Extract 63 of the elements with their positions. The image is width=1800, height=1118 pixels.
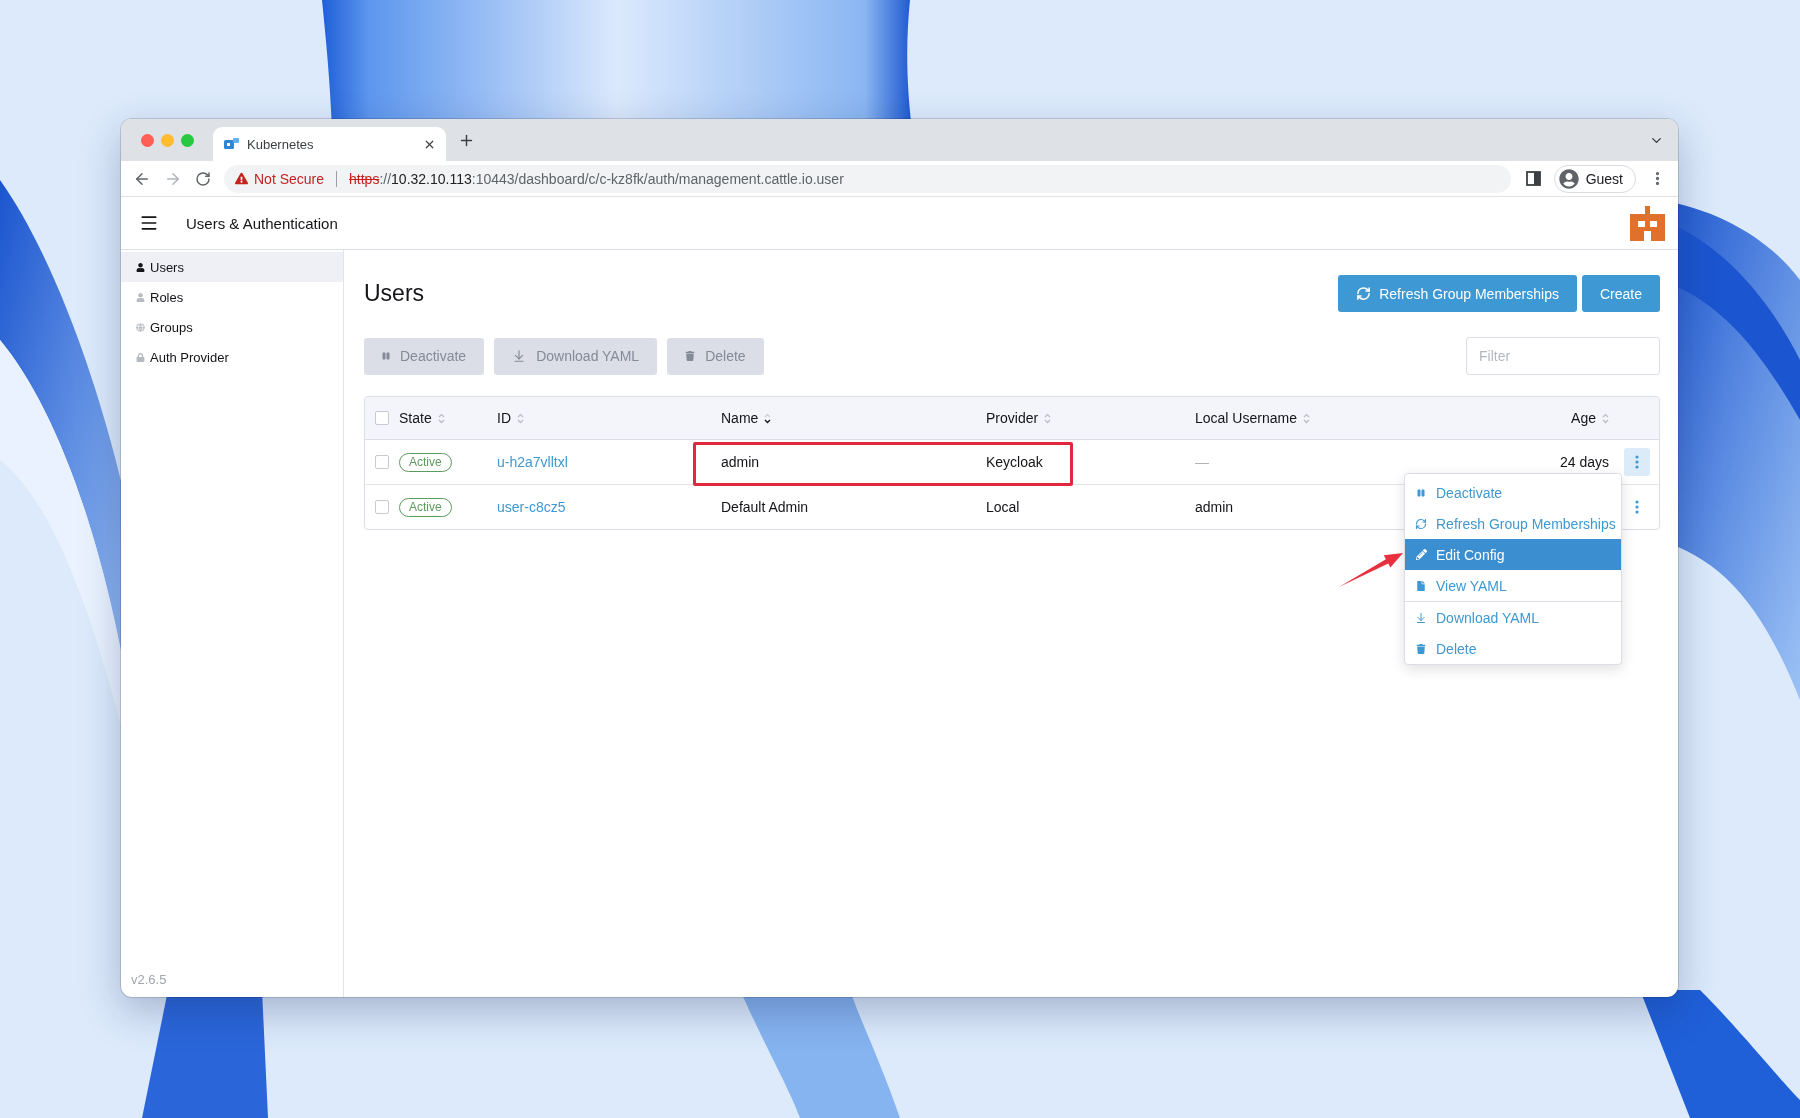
- window-minimize-icon[interactable]: [161, 133, 174, 147]
- logo-icon: [1630, 205, 1665, 241]
- browser-tab[interactable]: Kubernetes: [213, 127, 446, 161]
- table-cell: admin: [1195, 499, 1234, 515]
- row-actions-button[interactable]: [1624, 448, 1650, 476]
- app-title: Users & Authentication: [186, 214, 338, 232]
- lock-icon: [136, 352, 145, 362]
- pause-icon: [1417, 488, 1425, 497]
- sort-icon[interactable]: [1044, 412, 1052, 424]
- column-header[interactable]: Provider: [986, 410, 1039, 426]
- sort-icon[interactable]: [1302, 412, 1310, 424]
- column-header[interactable]: Name: [721, 410, 759, 426]
- window-close-icon[interactable]: [141, 133, 154, 147]
- user-icon: [136, 262, 145, 272]
- table-cell: Local: [986, 499, 1020, 515]
- trash-icon: [685, 351, 696, 361]
- user-icon: [136, 292, 145, 302]
- column-header[interactable]: State: [399, 410, 432, 426]
- url-text[interactable]: https://10.32.10.113:10443/dashboard/c/c-kz8fk/auth/management.cattle.io.user: [349, 170, 844, 187]
- file-icon: [1416, 580, 1426, 591]
- profile-button[interactable]: Guest: [1553, 164, 1636, 193]
- sidebar-item[interactable]: Users: [121, 252, 343, 282]
- version-label: v2.6.5: [130, 972, 168, 989]
- side-panel-icon[interactable]: [1525, 171, 1541, 186]
- table-cell: Default Admin: [721, 499, 809, 515]
- page-title: Users: [364, 280, 425, 307]
- trash-icon: [1416, 643, 1426, 654]
- download-icon: [1415, 611, 1427, 624]
- column-header[interactable]: Local Username: [1195, 410, 1297, 426]
- pencil-icon: [1415, 549, 1427, 560]
- favicon-icon: [224, 137, 239, 151]
- download-icon: [512, 349, 527, 363]
- globe-icon: [136, 322, 145, 332]
- sidebar-item[interactable]: Auth Provider: [121, 342, 343, 372]
- checkbox[interactable]: [375, 500, 389, 514]
- table-cell: Keycloak: [986, 454, 1043, 470]
- warning-icon: [235, 172, 248, 185]
- sort-icon[interactable]: [1602, 412, 1609, 424]
- checkbox[interactable]: [375, 455, 389, 469]
- column-header[interactable]: ID: [497, 410, 511, 426]
- table-cell: 24 days: [1559, 454, 1609, 470]
- table-cell: admin: [721, 454, 760, 470]
- address-field[interactable]: Not Secure https://10.32.10.113:10443/dashboard/c/c-kz8fk/auth/management.cattle.io.user: [224, 164, 1511, 193]
- refresh-icon: [1415, 517, 1427, 530]
- column-header[interactable]: Age: [1571, 410, 1596, 426]
- sort-icon[interactable]: [437, 412, 445, 424]
- kebab-icon: [1635, 500, 1639, 514]
- sort-icon[interactable]: [517, 412, 524, 424]
- filter-field[interactable]: Filter: [1466, 337, 1660, 375]
- sidebar-item[interactable]: Roles: [121, 282, 343, 312]
- reload-icon[interactable]: [195, 170, 211, 187]
- menu-icon[interactable]: [139, 213, 159, 233]
- kebab-icon: [1635, 455, 1639, 469]
- security-label[interactable]: Not Secure: [254, 170, 325, 187]
- refresh-icon: [1356, 286, 1372, 301]
- table-cell: —: [1195, 454, 1209, 470]
- sort-descending-icon[interactable]: [764, 412, 772, 424]
- window-zoom-icon[interactable]: [181, 133, 194, 147]
- avatar-icon: [1558, 168, 1579, 189]
- sidebar-item[interactable]: Groups: [121, 312, 343, 342]
- tab-title: Kubernetes: [247, 136, 315, 152]
- checkbox[interactable]: [375, 411, 389, 425]
- pause-icon: [382, 352, 390, 360]
